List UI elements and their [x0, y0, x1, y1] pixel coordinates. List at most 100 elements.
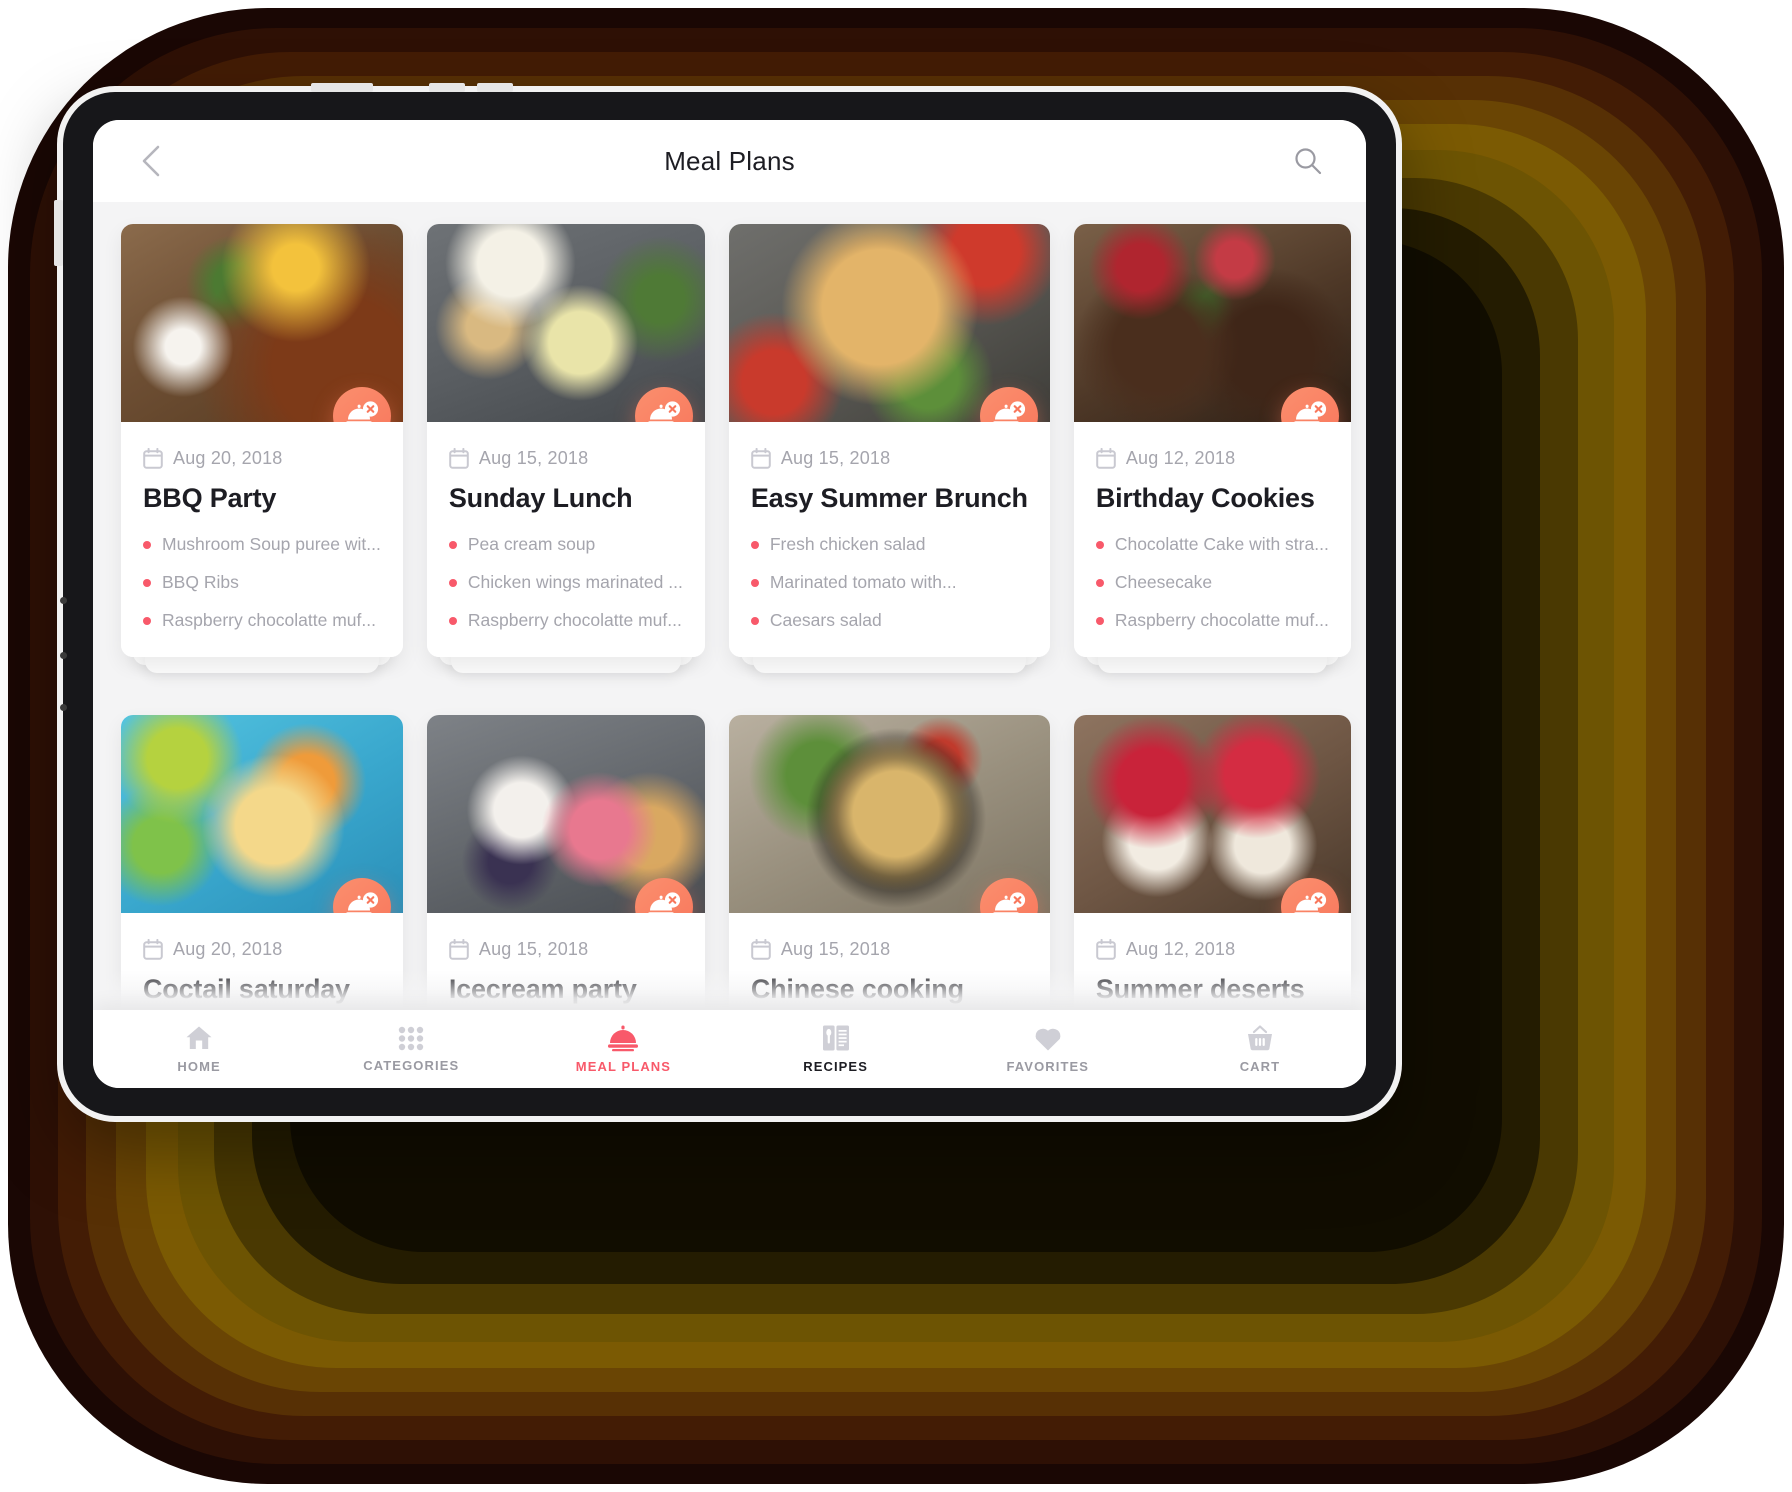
- ingredient-item: Raspberry chocolatte muf...: [143, 610, 381, 631]
- bullet-icon: [448, 578, 457, 587]
- calendar-icon: [449, 939, 469, 960]
- tab-label: RECIPES: [803, 1059, 868, 1074]
- meal-plan-thumbnail[interactable]: [426, 224, 705, 422]
- tab-meal-plans[interactable]: MEAL PLANS: [517, 1025, 729, 1074]
- meal-plan-thumbnail[interactable]: [426, 715, 705, 913]
- bullet-icon: [1095, 616, 1104, 625]
- meal-plan-card-surface[interactable]: Aug 20, 2018 Coctail saturday: [121, 715, 403, 1010]
- app-screen: Meal Plans Aug 20, 2018 BBQ Party Mushroom…: [93, 120, 1366, 1088]
- meal-plan-card[interactable]: Aug 15, 2018 Easy Summer Brunch Fresh chic…: [728, 224, 1050, 673]
- bullet-icon: [143, 578, 151, 587]
- cloche-remove-icon: [648, 401, 680, 422]
- meal-plan-grid: Aug 20, 2018 BBQ Party Mushroom Soup puree…: [121, 224, 1351, 1010]
- home-icon: [184, 1024, 214, 1052]
- cloche-remove-icon: [346, 401, 378, 422]
- tab-cart[interactable]: CART: [1154, 1024, 1366, 1074]
- meal-plan-title: Sunday Lunch: [448, 483, 633, 513]
- meal-plan-date: Aug 15, 2018: [449, 939, 683, 960]
- ingredient-list: Pea cream soup Chicken wings marinated ..…: [448, 534, 683, 631]
- meal-plan-card-surface[interactable]: Aug 12, 2018 Summer deserts: [1073, 715, 1351, 1010]
- meal-plan-card[interactable]: Aug 12, 2018 Birthday Cookies Chocolatte C…: [1073, 224, 1351, 673]
- ingredient-item: Mushroom Soup puree wit...: [143, 534, 381, 555]
- cloche-remove-icon: [346, 892, 378, 913]
- ingredient-label: Marinated tomato with...: [769, 572, 957, 592]
- calendar-icon: [751, 448, 771, 469]
- side-button[interactable]: [54, 200, 63, 266]
- tab-home[interactable]: HOME: [93, 1024, 305, 1074]
- ingredient-label: Pea cream soup: [467, 534, 596, 554]
- heart-icon: [1033, 1025, 1063, 1052]
- meal-plan-card-surface[interactable]: Aug 20, 2018 BBQ Party Mushroom Soup puree…: [121, 224, 403, 657]
- meal-plan-thumbnail[interactable]: [728, 224, 1050, 422]
- ingredient-item: Pea cream soup: [448, 534, 683, 555]
- meal-plan-card-body: Aug 15, 2018 Icecream party: [426, 913, 705, 1010]
- meal-plan-title: Easy Summer Brunch: [750, 483, 1028, 513]
- meal-plan-card[interactable]: Aug 15, 2018 Icecream party: [426, 715, 705, 1010]
- meal-plan-card-surface[interactable]: Aug 15, 2018 Easy Summer Brunch Fresh chic…: [728, 224, 1050, 657]
- meal-plan-date: Aug 20, 2018: [143, 939, 381, 960]
- meal-plans-scroll-area[interactable]: Aug 20, 2018 BBQ Party Mushroom Soup puree…: [93, 202, 1366, 1010]
- meal-plan-title: Summer deserts: [1095, 974, 1305, 1004]
- date-label: Aug 12, 2018: [1125, 939, 1236, 959]
- tab-categories[interactable]: CATEGORIES: [305, 1025, 517, 1073]
- calendar-icon: [751, 939, 771, 960]
- meal-plan-date: Aug 15, 2018: [751, 939, 1028, 960]
- bullet-icon: [143, 616, 151, 625]
- meal-plan-title: Chinese cooking: [750, 974, 964, 1004]
- app-header: Meal Plans: [93, 120, 1366, 202]
- basket-icon: [1245, 1024, 1275, 1052]
- back-button[interactable]: [129, 139, 173, 183]
- ingredient-list: Mushroom Soup puree wit... BBQ Ribs Raspbe…: [143, 534, 381, 631]
- camera-dot: [60, 597, 67, 604]
- meal-plan-card[interactable]: Aug 15, 2018 Chinese cooking: [728, 715, 1050, 1010]
- meal-plan-date: Aug 20, 2018: [143, 448, 381, 469]
- date-label: Aug 20, 2018: [173, 448, 283, 468]
- meal-plan-card-body: Aug 12, 2018 Summer deserts: [1073, 913, 1351, 1010]
- tab-recipes[interactable]: RECIPES: [730, 1024, 942, 1074]
- ingredient-item: Marinated tomato with...: [750, 572, 1028, 593]
- meal-plan-card-surface[interactable]: Aug 12, 2018 Birthday Cookies Chocolatte C…: [1073, 224, 1351, 657]
- recipe-book-icon: [821, 1024, 851, 1052]
- tab-label: CART: [1239, 1059, 1281, 1074]
- meal-plan-thumbnail[interactable]: [1073, 224, 1351, 422]
- calendar-icon: [143, 448, 163, 469]
- ingredient-label: Chicken wings marinated ...: [467, 572, 683, 592]
- volume-down-button[interactable]: [477, 83, 513, 92]
- volume-up-button[interactable]: [429, 83, 465, 92]
- meal-plan-thumbnail[interactable]: [121, 715, 403, 913]
- cloche-remove-icon: [648, 892, 680, 913]
- meal-plan-card[interactable]: Aug 20, 2018 Coctail saturday: [121, 715, 403, 1010]
- ingredient-label: Chocolatte Cake with stra...: [1114, 534, 1329, 554]
- meal-plan-card[interactable]: Aug 20, 2018 BBQ Party Mushroom Soup puree…: [121, 224, 403, 673]
- meal-plan-card[interactable]: Aug 12, 2018 Summer deserts: [1073, 715, 1351, 1010]
- ingredient-list: Fresh chicken salad Marinated tomato with…: [750, 534, 1028, 631]
- meal-plan-thumbnail[interactable]: [1073, 715, 1351, 913]
- sensor-dot: [60, 704, 67, 711]
- meal-plan-date: Aug 15, 2018: [449, 448, 683, 469]
- bullet-icon: [1095, 540, 1104, 549]
- ingredient-label: Fresh chicken salad: [769, 534, 926, 554]
- meal-plan-card-surface[interactable]: Aug 15, 2018 Sunday Lunch Pea cream soup Ch…: [426, 224, 705, 657]
- meal-plan-card[interactable]: Aug 15, 2018 Sunday Lunch Pea cream soup Ch…: [426, 224, 705, 673]
- date-label: Aug 15, 2018: [780, 939, 891, 959]
- search-button[interactable]: [1286, 139, 1330, 183]
- calendar-icon: [1096, 448, 1116, 469]
- meal-plan-card-body: Aug 15, 2018 Easy Summer Brunch Fresh chic…: [728, 422, 1050, 657]
- ingredient-item: Raspberry chocolatte muf...: [1095, 610, 1329, 631]
- meal-plan-card-body: Aug 15, 2018 Chinese cooking: [728, 913, 1050, 1010]
- meal-plan-thumbnail[interactable]: [728, 715, 1050, 913]
- grid-dots-icon: [397, 1025, 425, 1051]
- meal-plan-date: Aug 15, 2018: [751, 448, 1028, 469]
- page-title: Meal Plans: [664, 145, 795, 176]
- bullet-icon: [448, 540, 457, 549]
- ingredient-item: Fresh chicken salad: [750, 534, 1028, 555]
- meal-plan-card-surface[interactable]: Aug 15, 2018 Chinese cooking: [728, 715, 1050, 1010]
- tab-favorites[interactable]: FAVORITES: [942, 1025, 1154, 1074]
- meal-plan-card-surface[interactable]: Aug 15, 2018 Icecream party: [426, 715, 705, 1010]
- meal-plan-thumbnail[interactable]: [121, 224, 403, 422]
- meal-plan-date: Aug 12, 2018: [1096, 939, 1329, 960]
- bullet-icon: [143, 540, 151, 549]
- power-button[interactable]: [311, 83, 373, 92]
- bullet-icon: [448, 616, 457, 625]
- bottom-tab-bar: HOME CATEGORIES MEAL PLANS RECIPES FAVORITES…: [93, 1010, 1366, 1088]
